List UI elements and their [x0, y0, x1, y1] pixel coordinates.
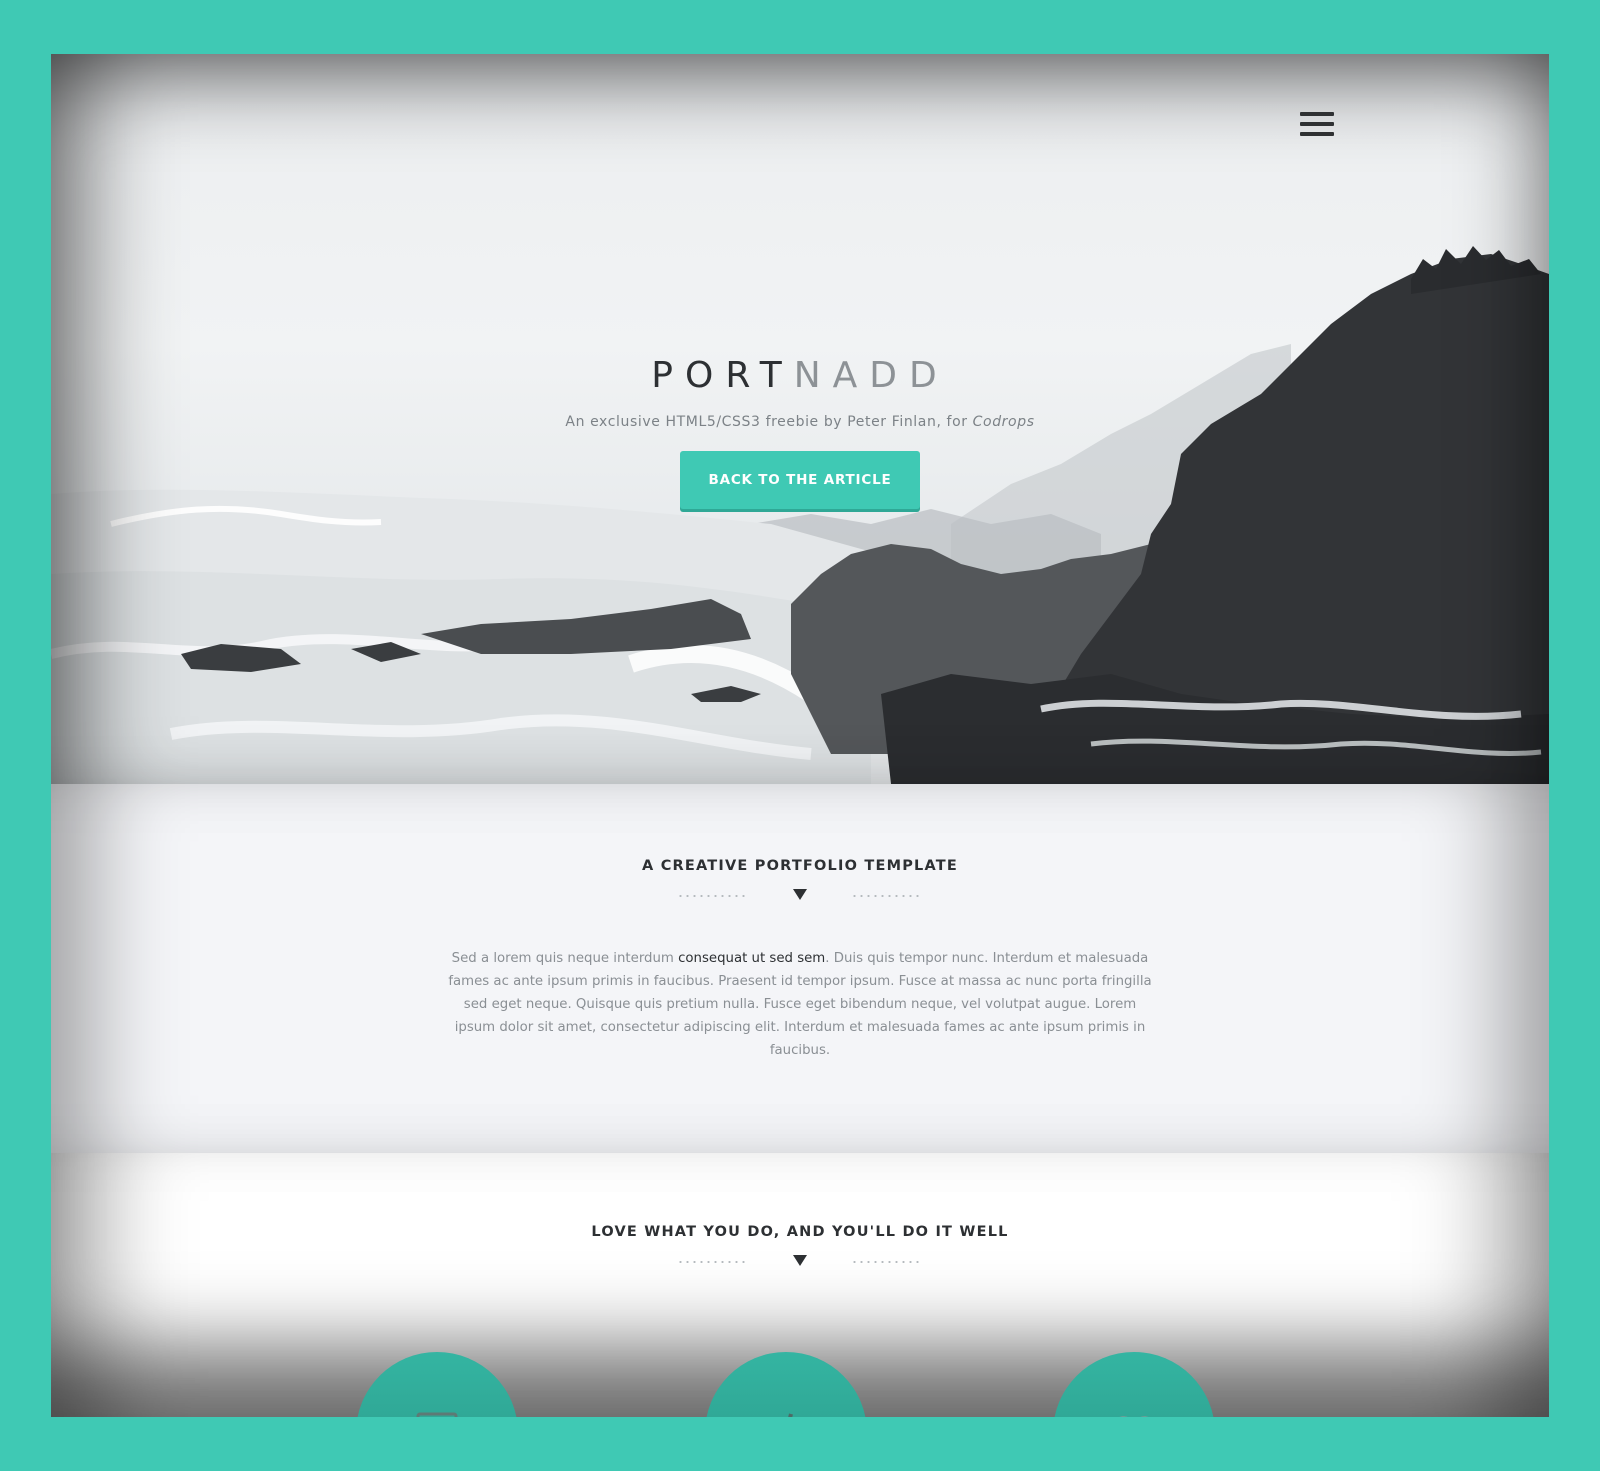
triangle-down-icon: [793, 1255, 807, 1266]
heart-icon: [1119, 1416, 1149, 1417]
back-to-article-button[interactable]: BACK TO THE ARTICLE: [680, 451, 920, 509]
tagline-text: An exclusive HTML5/CSS3 freebie by Peter…: [565, 414, 973, 430]
divider-dots-right: [851, 895, 923, 897]
hamburger-menu-icon[interactable]: [1300, 112, 1334, 140]
intro-divider: [677, 889, 923, 905]
brand-part2: NADD: [793, 355, 949, 396]
site-logo[interactable]: PORTNADD: [51, 354, 1549, 398]
hero-section: PORTNADD An exclusive HTML5/CSS3 freebie…: [51, 54, 1549, 784]
intro-text-start: Sed a lorem quis neque interdum: [451, 951, 679, 966]
divider-dots-left: [677, 895, 749, 897]
divider-dots-left: [677, 1261, 749, 1263]
services-section-title: LOVE WHAT YOU DO, AND YOU'LL DO IT WELL: [591, 1224, 1009, 1240]
triangle-down-icon: [793, 889, 807, 900]
brand-part1: PORT: [651, 355, 794, 396]
page-frame: PORTNADD An exclusive HTML5/CSS3 freebie…: [51, 54, 1549, 1417]
intro-section-title: A CREATIVE PORTFOLIO TEMPLATE: [642, 858, 958, 874]
services-divider: [677, 1255, 923, 1271]
divider-dots-right: [851, 1261, 923, 1263]
intro-text-end: . Duis quis tempor nunc. Interdum et mal…: [448, 951, 1152, 1058]
monitor-icon: [416, 1412, 458, 1417]
tagline-link[interactable]: Codrops: [973, 414, 1035, 430]
intro-paragraph: Sed a lorem quis neque interdum consequa…: [446, 947, 1154, 1062]
pencil-icon: [788, 1413, 793, 1417]
site-tagline: An exclusive HTML5/CSS3 freebie by Peter…: [51, 414, 1549, 430]
intro-text-highlight: consequat ut sed sem: [678, 951, 826, 966]
